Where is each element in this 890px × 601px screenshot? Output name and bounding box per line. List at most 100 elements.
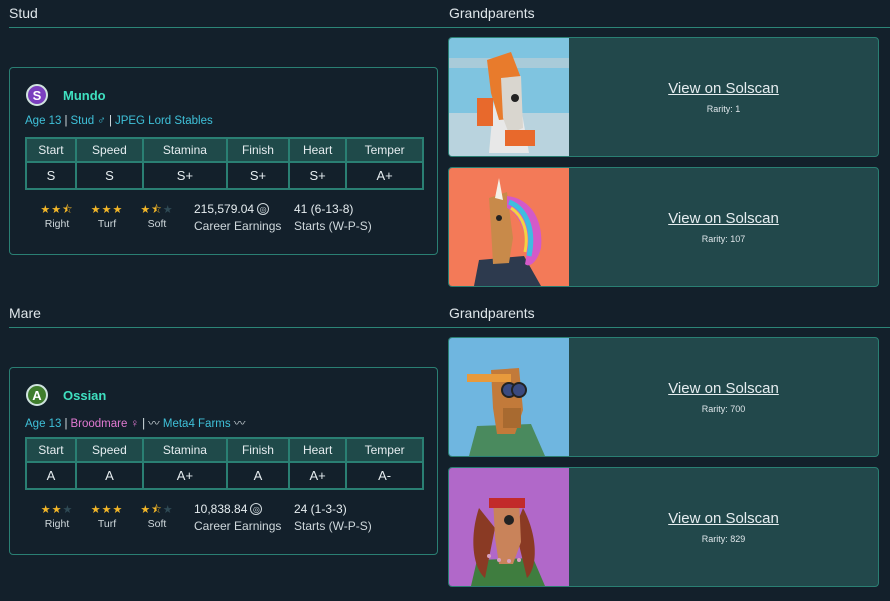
stats-value-row: A A A+ A A+ A- xyxy=(25,461,424,490)
earnings-label: Career Earnings xyxy=(194,519,282,533)
grandparent-card: View on Solscan Rarity: 107 xyxy=(448,167,879,287)
stud-age: Age 13 xyxy=(25,115,62,127)
earnings-label: Career Earnings xyxy=(194,219,282,233)
stats-header-row: Start Speed Stamina Finish Heart Temper xyxy=(25,137,424,163)
star-full-icon: ★ xyxy=(101,504,113,516)
stat-value: A+ xyxy=(345,161,424,190)
stats-value-row: S S S+ S+ S+ A+ xyxy=(25,161,424,190)
mare-name[interactable]: Ossian xyxy=(63,388,106,403)
grandparents-title-2: Grandparents xyxy=(449,305,535,321)
star-full-icon: ★ xyxy=(40,504,52,516)
starts-value: 41 (6-13-8) xyxy=(294,202,354,216)
star-full-icon: ★ xyxy=(40,204,52,216)
stud-avatar-letter: S xyxy=(32,87,42,103)
stud-stable[interactable]: JPEG Lord Stables xyxy=(115,115,213,127)
rating-label: Turf xyxy=(97,518,117,530)
rating-condition: ★⯪★ Soft xyxy=(132,204,182,230)
star-full-icon: ★ xyxy=(90,204,102,216)
star-full-icon: ★ xyxy=(140,504,152,516)
stat-value: S+ xyxy=(141,161,228,190)
stat-header: Speed xyxy=(74,137,144,163)
mare-ratings: ★★★ Right ★★★ Turf ★⯪★ Soft xyxy=(32,504,182,530)
rating-direction: ★★⯪ Right xyxy=(32,204,82,230)
stat-header: Start xyxy=(25,137,77,163)
stat-value: A- xyxy=(345,461,424,490)
grandparent-card: View on Solscan Rarity: 700 xyxy=(448,337,879,457)
stat-header: Stamina xyxy=(141,437,228,463)
starts-label: Starts (W-P-S) xyxy=(294,219,372,233)
stud-earnings: 215,579.04 ◎ Career Earnings xyxy=(194,202,281,233)
stat-value: S xyxy=(25,161,77,190)
horse-nft-image[interactable] xyxy=(449,168,569,286)
rating-label: Soft xyxy=(147,218,167,230)
horse-nft-image[interactable] xyxy=(449,38,569,156)
mare-avatar-letter: A xyxy=(32,387,42,403)
stud-starts: 41 (6-13-8) Starts (W-P-S) xyxy=(294,202,372,233)
star-empty-icon: ★ xyxy=(162,204,174,216)
star-half-icon: ⯪ xyxy=(62,204,74,216)
stat-header: Temper xyxy=(345,437,424,463)
stat-header: Heart xyxy=(288,137,348,163)
stat-value: S+ xyxy=(288,161,348,190)
star-rating: ★⯪★ xyxy=(132,504,182,516)
stat-value: A+ xyxy=(141,461,228,490)
mare-starts: 24 (1-3-3) Starts (W-P-S) xyxy=(294,502,372,533)
star-full-icon: ★ xyxy=(112,204,124,216)
rarity-label: Rarity: 700 xyxy=(701,404,746,414)
earnings-value: 215,579.04 xyxy=(194,202,255,216)
stat-value: S xyxy=(74,161,144,190)
stat-header: Finish xyxy=(225,437,291,463)
star-rating: ★⯪★ xyxy=(132,204,182,216)
star-half-icon: ⯪ xyxy=(151,204,163,216)
stud-name[interactable]: Mundo xyxy=(63,88,106,103)
mustache-icon: 〰 xyxy=(230,418,246,430)
star-full-icon: ★ xyxy=(90,504,102,516)
star-rating: ★★★ xyxy=(32,504,82,516)
mare-age: Age 13 xyxy=(25,418,62,430)
mare-stable[interactable]: Meta4 Farms xyxy=(163,418,231,430)
stats-header-row: Start Speed Stamina Finish Heart Temper xyxy=(25,437,424,463)
mare-meta: Age 13 | Broodmare ♀ | 〰 Meta4 Farms 〰 xyxy=(25,418,246,430)
stat-value: A xyxy=(225,461,291,490)
horse-nft-image[interactable] xyxy=(449,468,569,586)
grandparent-card: View on Solscan Rarity: 829 xyxy=(448,467,879,587)
rarity-label: Rarity: 829 xyxy=(701,534,746,544)
divider-middle xyxy=(9,327,890,328)
star-empty-icon: ★ xyxy=(162,504,174,516)
solscan-link[interactable]: View on Solscan xyxy=(569,210,878,227)
solscan-link[interactable]: View on Solscan xyxy=(569,80,878,97)
stat-value: A+ xyxy=(288,461,348,490)
coin-icon: ◎ xyxy=(257,203,270,215)
coin-icon: ◎ xyxy=(250,503,263,515)
star-half-icon: ⯪ xyxy=(151,504,163,516)
solscan-link[interactable]: View on Solscan xyxy=(569,380,878,397)
rating-direction: ★★★ Right xyxy=(32,504,82,530)
stat-header: Heart xyxy=(288,437,348,463)
mare-role: Broodmare ♀ xyxy=(70,418,140,430)
stud-stats-table: Start Speed Stamina Finish Heart Temper … xyxy=(25,137,424,190)
grandparent-card: View on Solscan Rarity: 1 xyxy=(448,37,879,157)
rating-surface: ★★★ Turf xyxy=(82,204,132,230)
solscan-link[interactable]: View on Solscan xyxy=(569,510,878,527)
star-full-icon: ★ xyxy=(51,204,63,216)
stat-value: A xyxy=(74,461,144,490)
stat-header: Finish xyxy=(225,137,291,163)
grandparents-title-1: Grandparents xyxy=(449,5,535,21)
stat-value: A xyxy=(25,461,77,490)
starts-label: Starts (W-P-S) xyxy=(294,519,372,533)
rating-surface: ★★★ Turf xyxy=(82,504,132,530)
horse-nft-image[interactable] xyxy=(449,338,569,456)
rarity-label: Rarity: 107 xyxy=(701,234,746,244)
rating-label: Right xyxy=(44,518,70,530)
stud-role: Stud ♂ xyxy=(70,115,106,127)
rating-condition: ★⯪★ Soft xyxy=(132,504,182,530)
mare-section-title: Mare xyxy=(9,305,41,321)
mare-avatar: A xyxy=(26,384,48,406)
star-full-icon: ★ xyxy=(112,504,124,516)
star-full-icon: ★ xyxy=(101,204,113,216)
mare-stats-table: Start Speed Stamina Finish Heart Temper … xyxy=(25,437,424,490)
earnings-value: 10,838.84 xyxy=(194,502,248,516)
star-full-icon: ★ xyxy=(140,204,152,216)
mare-card: A Ossian Age 13 | Broodmare ♀ | 〰 Meta4 Farm… xyxy=(9,367,438,555)
stat-value: S+ xyxy=(225,161,291,190)
